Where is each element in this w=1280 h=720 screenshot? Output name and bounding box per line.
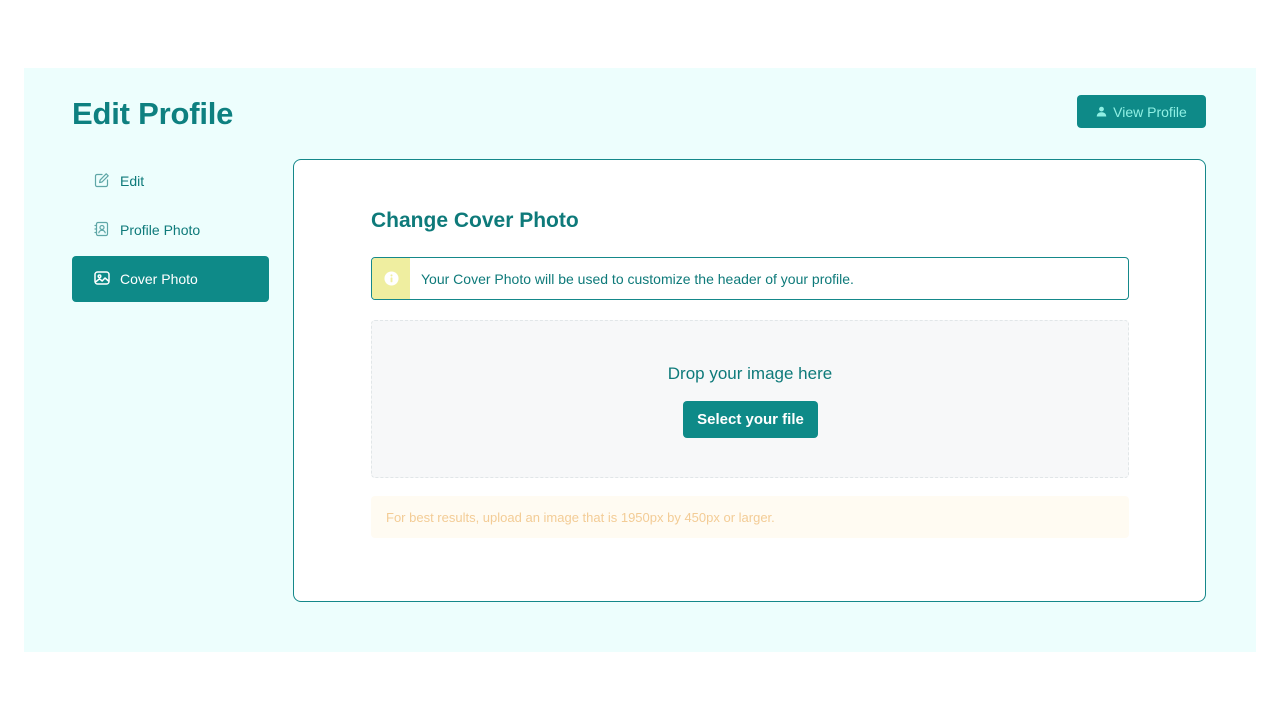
- info-alert: Your Cover Photo will be used to customi…: [371, 257, 1129, 300]
- file-dropzone[interactable]: Drop your image here Select your file: [371, 320, 1129, 478]
- info-icon: [372, 258, 410, 299]
- sidebar-item-cover-photo[interactable]: Cover Photo: [72, 256, 269, 302]
- section-title: Change Cover Photo: [371, 209, 579, 232]
- select-file-button[interactable]: Select your file: [683, 401, 818, 438]
- sidebar-item-profile-photo[interactable]: Profile Photo: [72, 207, 269, 253]
- dropzone-prompt: Drop your image here: [667, 364, 833, 383]
- image-icon: [94, 270, 110, 289]
- info-alert-text: Your Cover Photo will be used to customi…: [421, 270, 854, 287]
- sidebar-item-label: Cover Photo: [120, 271, 198, 287]
- sidebar-item-label: Edit: [120, 173, 145, 189]
- edit-icon: [94, 172, 110, 191]
- page-title: Edit Profile: [72, 96, 234, 131]
- contact-card-icon: [94, 221, 110, 240]
- view-profile-button[interactable]: View Profile: [1077, 95, 1206, 128]
- view-profile-label: View Profile: [1113, 103, 1187, 120]
- sidebar-item-label: Profile Photo: [120, 222, 201, 238]
- sidebar: Edit Profile Photo Cover Photo: [72, 158, 269, 305]
- user-icon: [1096, 104, 1107, 120]
- cover-photo-card: Change Cover Photo Your Cover Photo will…: [293, 159, 1206, 602]
- page-container: Edit Profile View Profile Edit Profile P…: [24, 68, 1256, 652]
- upload-hint: For best results, upload an image that i…: [371, 496, 1129, 538]
- sidebar-item-edit[interactable]: Edit: [72, 158, 269, 204]
